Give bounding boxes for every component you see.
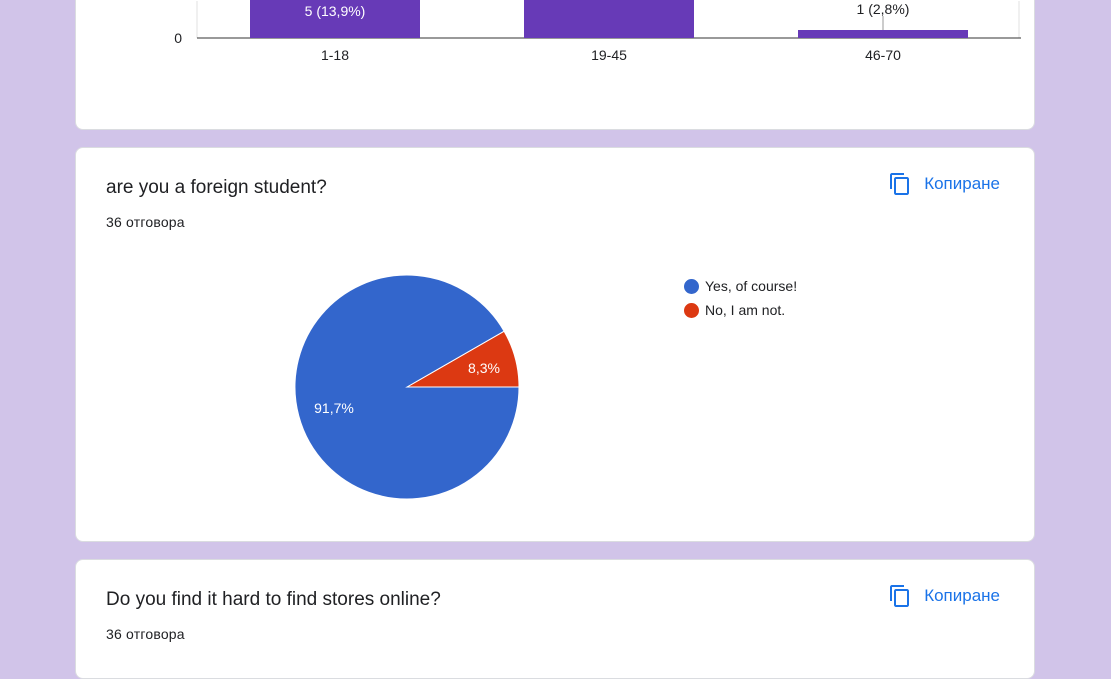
pie-slice-yes <box>294 274 520 500</box>
legend-item-no: No, I am not. <box>684 298 797 322</box>
stores-question-card: Do you find it hard to find stores onlin… <box>75 559 1035 679</box>
legend-item-yes: Yes, of course! <box>684 274 797 298</box>
age-bar-chart: 0 1-18 5 (13,9%) 19-45 46-70 1 (2,8%) <box>174 0 1021 63</box>
data-label: 5 (13,9%) <box>305 3 366 19</box>
x-tick-label: 46-70 <box>865 47 901 63</box>
legend-label-no: No, I am not. <box>705 302 786 318</box>
x-tick-label: 19-45 <box>591 47 627 63</box>
question-title: Do you find it hard to find stores onlin… <box>106 589 441 610</box>
age-question-card: 0 1-18 5 (13,9%) 19-45 46-70 1 (2,8%) <box>75 0 1035 130</box>
pie-slice-label: 8,3% <box>468 360 500 376</box>
x-tick-label: 1-18 <box>321 47 349 63</box>
copy-icon <box>888 584 912 608</box>
data-label: 1 (2,8%) <box>857 1 910 17</box>
copy-button[interactable]: Копиране <box>888 584 1000 608</box>
legend-dot-yes <box>684 278 699 294</box>
legend-dot-no <box>684 302 699 318</box>
bar-19-45 <box>524 0 694 38</box>
legend-label-yes: Yes, of course! <box>705 278 798 294</box>
pie-slice-label: 91,7% <box>314 400 354 416</box>
response-count: 36 отговора <box>106 626 185 642</box>
copy-button-label: Копиране <box>924 586 1000 605</box>
y-tick-label: 0 <box>174 30 182 46</box>
foreign-student-pie-chart: 91,7% 8,3% <box>294 274 520 500</box>
pie-legend: Yes, of course! No, I am not. <box>684 274 797 322</box>
bar-46-70 <box>798 30 968 38</box>
foreign-student-question-card: are you a foreign student? 36 отговора К… <box>75 147 1035 542</box>
